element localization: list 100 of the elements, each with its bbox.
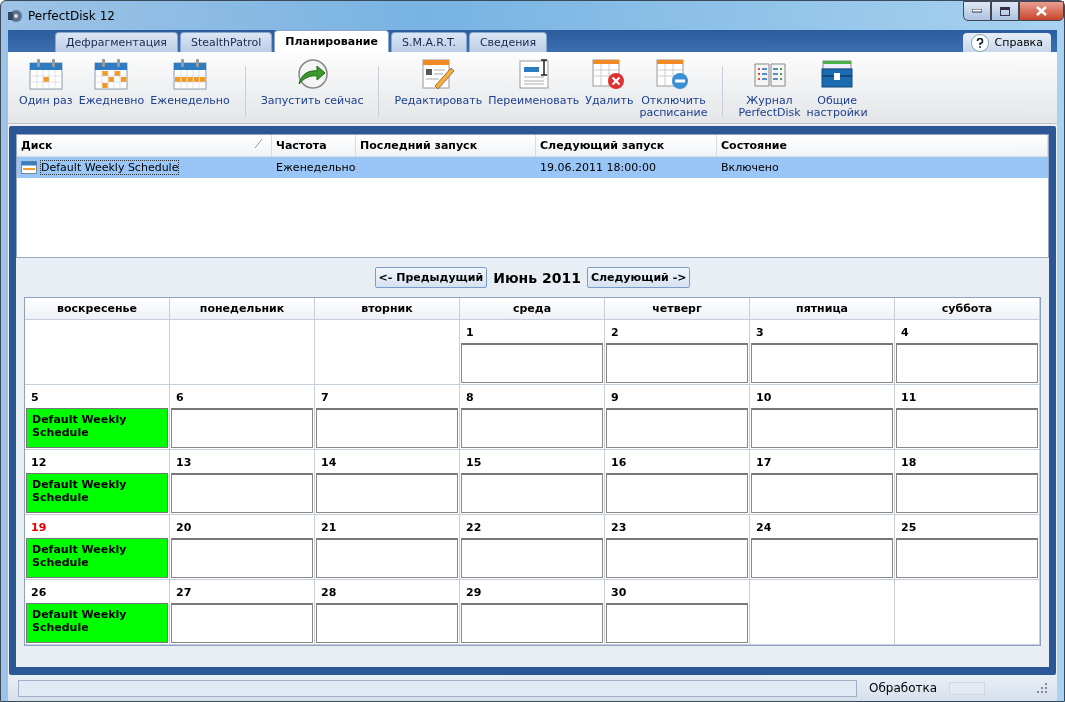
day-number: 5 xyxy=(30,390,40,404)
day-slot[interactable] xyxy=(606,538,748,578)
calendar-event[interactable]: Default Weekly Schedule xyxy=(26,473,168,513)
table-cell: Еженедельно xyxy=(276,161,356,174)
day-slot[interactable] xyxy=(316,473,458,513)
close-icon xyxy=(1036,6,1047,16)
day-slot[interactable] xyxy=(316,408,458,448)
day-number: 23 xyxy=(610,520,628,534)
toolbar-button[interactable]: Журнал PerfectDisk xyxy=(735,56,804,123)
day-number: 8 xyxy=(465,390,475,404)
day-number: 24 xyxy=(755,520,773,534)
day-slot[interactable] xyxy=(606,343,748,383)
help-icon xyxy=(970,33,989,52)
day-number: 1 xyxy=(465,325,475,339)
weekday-header: понедельник xyxy=(170,298,315,320)
minimize-icon xyxy=(972,9,982,13)
day-number: 16 xyxy=(610,455,628,469)
toolbar-button[interactable]: Ежедневно xyxy=(75,56,148,123)
status-text: Обработка xyxy=(869,681,938,695)
tab[interactable]: Планирование xyxy=(274,30,389,52)
previous-button[interactable]: <- Предыдущий xyxy=(374,267,488,288)
tab[interactable]: StealthPatrol xyxy=(179,32,273,52)
day-slot[interactable] xyxy=(751,473,893,513)
weekday-header: суббота xyxy=(895,298,1040,320)
day-slot[interactable] xyxy=(316,538,458,578)
day-number: 6 xyxy=(175,390,185,404)
maximize-button[interactable] xyxy=(991,1,1019,21)
table-row[interactable]: Default Weekly Schedule Еженедельно 19.06.2011 18:00:00 Включено xyxy=(17,157,1048,178)
day-number: 29 xyxy=(465,585,483,599)
table-cell: Включено xyxy=(721,161,779,174)
day-slot[interactable] xyxy=(751,408,893,448)
toolbar-button[interactable]: Удалить xyxy=(582,56,637,123)
day-slot[interactable] xyxy=(461,408,603,448)
month-title: Июнь 2011 xyxy=(493,269,581,286)
weekday-header: четверг xyxy=(605,298,750,320)
day-number: 10 xyxy=(755,390,773,404)
day-number: 19 xyxy=(30,520,48,534)
tab[interactable]: Сведения xyxy=(468,32,548,52)
column-header[interactable]: Последний запуск xyxy=(356,135,536,157)
app-logo-icon xyxy=(7,7,23,24)
close-button[interactable] xyxy=(1019,1,1064,21)
toolbar-button[interactable]: Отключить расписание xyxy=(636,56,711,123)
calendar-event[interactable]: Default Weekly Schedule xyxy=(26,408,168,448)
table-cell: Default Weekly Schedule xyxy=(41,161,179,174)
day-slot[interactable] xyxy=(171,603,313,643)
calendar-icon xyxy=(173,58,207,90)
calendar-icon xyxy=(94,58,129,90)
toolbar-button[interactable]: Редактировать xyxy=(391,56,486,123)
day-slot[interactable] xyxy=(896,343,1038,383)
tab[interactable]: Дефрагментация xyxy=(55,32,178,52)
day-slot[interactable] xyxy=(751,538,893,578)
tab[interactable]: S.M.A.R.T. xyxy=(390,32,467,52)
day-number: 11 xyxy=(900,390,918,404)
toolbar-button[interactable]: Общие настройки xyxy=(803,56,871,123)
next-button[interactable]: Следующий -> xyxy=(586,267,691,288)
toolbar-button[interactable]: Один раз xyxy=(16,56,76,123)
day-slot[interactable] xyxy=(461,538,603,578)
calendar-icon xyxy=(28,58,63,90)
calendar-disable-icon xyxy=(656,58,691,90)
day-slot[interactable] xyxy=(171,538,313,578)
weekday-header: пятница xyxy=(750,298,895,320)
toolbar-button[interactable]: Еженедельно xyxy=(147,56,233,123)
calendar-event[interactable]: Default Weekly Schedule xyxy=(26,603,168,643)
column-header[interactable]: Диск xyxy=(17,135,272,157)
day-slot[interactable] xyxy=(606,473,748,513)
day-number: 21 xyxy=(320,520,338,534)
day-slot[interactable] xyxy=(606,603,748,643)
day-number: 4 xyxy=(900,325,910,339)
column-header[interactable]: Частота xyxy=(272,135,356,157)
resize-grip-icon[interactable] xyxy=(1037,683,1047,693)
day-number: 20 xyxy=(175,520,193,534)
calendar-event[interactable]: Default Weekly Schedule xyxy=(26,538,168,578)
day-number: 7 xyxy=(320,390,330,404)
calendar-icon xyxy=(21,161,37,174)
day-slot[interactable] xyxy=(896,473,1038,513)
help-menu[interactable]: Справка xyxy=(962,33,1051,52)
edit-document-icon xyxy=(421,58,456,90)
day-number: 26 xyxy=(30,585,48,599)
toolbox-icon xyxy=(820,58,855,90)
day-slot[interactable] xyxy=(896,408,1038,448)
day-number: 22 xyxy=(465,520,483,534)
day-slot[interactable] xyxy=(606,408,748,448)
weekday-header: вторник xyxy=(315,298,460,320)
minimize-button[interactable] xyxy=(963,1,991,21)
day-slot[interactable] xyxy=(461,603,603,643)
column-header[interactable]: Следующий запуск xyxy=(536,135,717,157)
toolbar-button[interactable]: Переименовать xyxy=(485,56,583,123)
table-cell: 19.06.2011 18:00:00 xyxy=(540,161,656,174)
day-number: 17 xyxy=(755,455,773,469)
day-number: 14 xyxy=(320,455,338,469)
day-slot[interactable] xyxy=(461,473,603,513)
day-slot[interactable] xyxy=(896,538,1038,578)
day-slot[interactable] xyxy=(171,408,313,448)
day-slot[interactable] xyxy=(461,343,603,383)
day-slot[interactable] xyxy=(751,343,893,383)
day-slot[interactable] xyxy=(316,603,458,643)
toolbar-button[interactable]: Запустить сейчас xyxy=(257,56,367,123)
day-number: 2 xyxy=(610,325,620,339)
column-header[interactable]: Состояние xyxy=(717,135,1048,157)
day-slot[interactable] xyxy=(171,473,313,513)
